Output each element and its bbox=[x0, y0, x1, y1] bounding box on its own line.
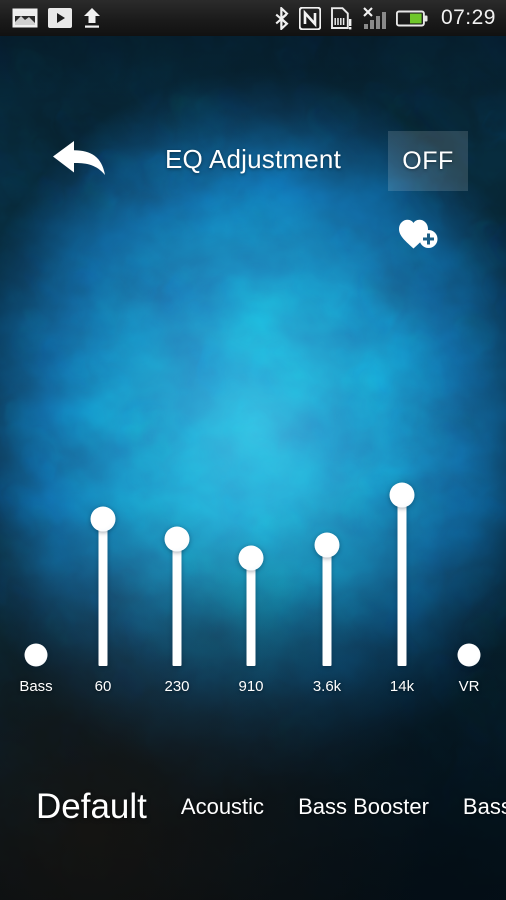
heart-plus-icon bbox=[399, 219, 438, 249]
equalizer-band-track[interactable] bbox=[172, 539, 182, 666]
equalizer-band-knob[interactable] bbox=[314, 532, 340, 558]
bluetooth-icon bbox=[275, 6, 289, 30]
preset-item-bass-redu[interactable]: Bass Redu bbox=[463, 794, 506, 820]
eq-adjustment-screen: 07:29 EQ Adjustment OFF Bass 60 230 910 3.6k… bbox=[0, 0, 506, 900]
add-favorite-button[interactable] bbox=[397, 212, 445, 256]
equalizer-band-knob[interactable] bbox=[24, 643, 48, 667]
gallery-image-icon bbox=[12, 8, 38, 28]
equalizer-band-knob[interactable] bbox=[457, 643, 481, 667]
app-header: EQ Adjustment OFF bbox=[0, 36, 506, 191]
preset-item-acoustic[interactable]: Acoustic bbox=[181, 794, 264, 820]
equalizer-panel: Bass 60 230 910 3.6k 14k VR bbox=[0, 440, 506, 710]
equalizer-band-label: 3.6k bbox=[312, 678, 342, 695]
status-bar-right-icons: 07:29 bbox=[273, 6, 506, 30]
upload-arrow-icon bbox=[84, 8, 100, 28]
status-bar-left-icons bbox=[0, 7, 102, 29]
sd-card-warning-icon bbox=[330, 6, 352, 29]
preset-carousel[interactable]: Default Acoustic Bass Booster Bass Redu bbox=[0, 772, 506, 842]
equalizer-band-track[interactable] bbox=[246, 558, 256, 666]
preset-item-bass-booster[interactable]: Bass Booster bbox=[298, 794, 429, 820]
eq-power-toggle-label: OFF bbox=[402, 146, 454, 175]
equalizer-band-label: 14k bbox=[389, 678, 415, 695]
preset-item-default[interactable]: Default bbox=[36, 787, 147, 827]
equalizer-band-label: 230 bbox=[164, 678, 190, 695]
eq-power-toggle[interactable]: OFF bbox=[388, 131, 468, 191]
equalizer-band-knob[interactable] bbox=[164, 526, 190, 552]
battery-icon bbox=[395, 10, 428, 26]
nfc-icon bbox=[298, 6, 321, 30]
equalizer-band-label: Bass bbox=[19, 678, 53, 695]
status-bar-clock: 07:29 bbox=[440, 6, 496, 29]
equalizer-band-track[interactable] bbox=[98, 519, 108, 666]
status-bar: 07:29 bbox=[0, 0, 506, 36]
equalizer-band-label: 60 bbox=[94, 678, 112, 695]
signal-no-service-icon bbox=[363, 6, 386, 29]
equalizer-band-knob[interactable] bbox=[389, 482, 415, 508]
equalizer-band-track[interactable] bbox=[322, 545, 332, 666]
equalizer-band-label: 910 bbox=[238, 678, 264, 695]
equalizer-band-knob[interactable] bbox=[90, 506, 116, 532]
equalizer-band-track[interactable] bbox=[397, 495, 407, 666]
equalizer-band-label: VR bbox=[458, 678, 480, 695]
equalizer-band-knob[interactable] bbox=[238, 545, 264, 571]
media-play-icon bbox=[48, 8, 72, 28]
